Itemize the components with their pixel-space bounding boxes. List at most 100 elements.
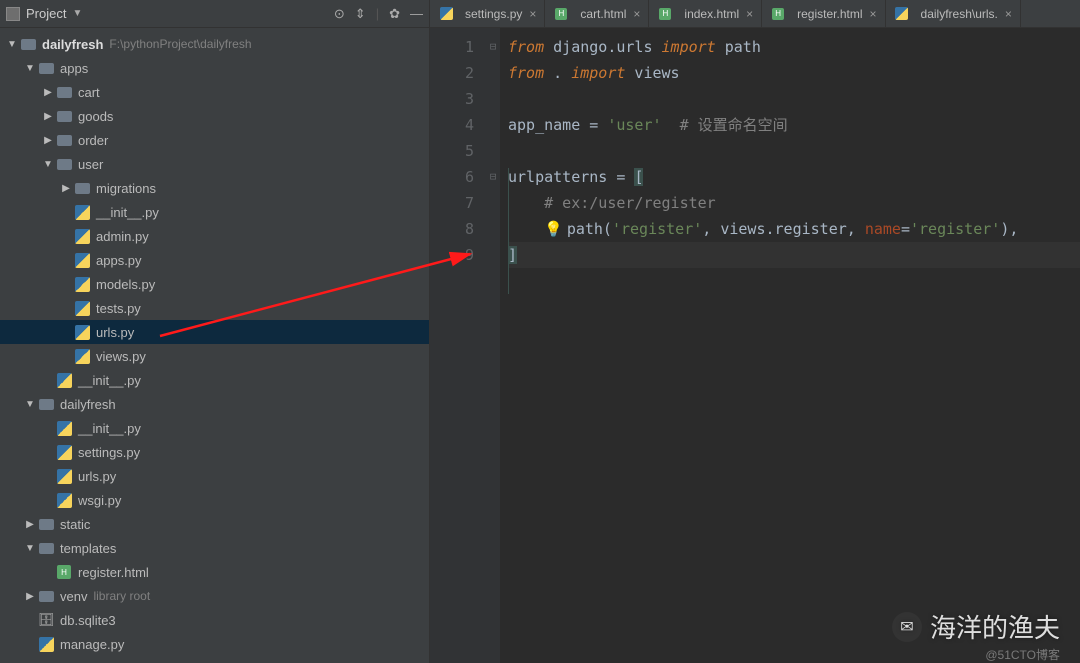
node-label: user [78, 157, 103, 172]
chevron-icon[interactable]: ▶ [42, 111, 54, 122]
tree-node-apps-py[interactable]: apps.py [0, 248, 429, 272]
tree-node-static[interactable]: ▶static [0, 512, 429, 536]
py-icon [56, 493, 72, 507]
tree-node-goods[interactable]: ▶ goods [0, 104, 429, 128]
sidebar-title[interactable]: Project [26, 6, 66, 21]
sidebar-header: Project ▼ ⊙ ⇕ | ✿ — [0, 0, 429, 28]
tab-cart-html[interactable]: Hcart.html× [545, 0, 649, 27]
close-icon[interactable]: × [529, 7, 536, 21]
tree-node-views-py[interactable]: views.py [0, 344, 429, 368]
chevron-icon[interactable]: ▼ [42, 159, 54, 170]
py-icon [894, 7, 910, 21]
folder-icon [74, 181, 90, 195]
project-tree[interactable]: ▼ dailyfresh F:\pythonProject\dailyfresh… [0, 28, 429, 663]
tree-node-templates[interactable]: ▼templates [0, 536, 429, 560]
node-label: urls.py [96, 325, 134, 340]
fold-gutter[interactable]: ⊟ ⊟ [486, 28, 500, 663]
project-icon [6, 7, 20, 21]
node-label: __init__.py [78, 421, 141, 436]
line-number: 1 [430, 34, 474, 60]
node-label: views.py [96, 349, 146, 364]
tree-node-venv[interactable]: ▶ venv library root [0, 584, 429, 608]
gear-icon[interactable]: ✿ [389, 6, 400, 22]
folder-icon [38, 517, 54, 531]
node-label: migrations [96, 181, 156, 196]
code-area[interactable]: 123456789 ⊟ ⊟ from django.urls import pa… [430, 28, 1080, 663]
py-icon [74, 349, 90, 363]
html-icon: H [56, 565, 72, 579]
py-icon [74, 325, 90, 339]
chevron-icon[interactable]: ▼ [24, 63, 36, 74]
tree-node-__init__-py[interactable]: __init__.py [0, 416, 429, 440]
tree-node-wsgi-py[interactable]: wsgi.py [0, 488, 429, 512]
node-label: goods [78, 109, 113, 124]
folder-icon [56, 109, 72, 123]
line-number: 9 [430, 242, 474, 268]
tree-node-tests-py[interactable]: tests.py [0, 296, 429, 320]
code-content[interactable]: from django.urls import path from . impo… [500, 28, 1080, 663]
tree-node-admin-py[interactable]: admin.py [0, 224, 429, 248]
node-label: dailyfresh [60, 397, 116, 412]
close-icon[interactable]: × [1005, 7, 1012, 21]
chevron-down-icon[interactable]: ▼ [6, 39, 18, 50]
tree-node-manage-py[interactable]: manage.py [0, 632, 429, 656]
chevron-icon[interactable]: ▶ [24, 519, 36, 530]
chevron-icon[interactable]: ▼ [24, 399, 36, 410]
tree-node-migrations[interactable]: ▶ migrations [0, 176, 429, 200]
py-icon [74, 205, 90, 219]
tab-dailyfresh-urls-[interactable]: dailyfresh\urls.× [886, 0, 1021, 27]
close-icon[interactable]: × [633, 7, 640, 21]
folder-icon [38, 61, 54, 75]
tree-node-models-py[interactable]: models.py [0, 272, 429, 296]
py-icon [74, 253, 90, 267]
node-label: __init__.py [78, 373, 141, 388]
close-icon[interactable]: × [746, 7, 753, 21]
close-icon[interactable]: × [870, 7, 877, 21]
node-label: manage.py [60, 637, 124, 652]
node-label: db.sqlite3 [60, 613, 116, 628]
node-label: wsgi.py [78, 493, 121, 508]
project-sidebar: Project ▼ ⊙ ⇕ | ✿ — ▼ dailyfresh F:\pyth… [0, 0, 430, 663]
locate-icon[interactable]: ⊙ [334, 6, 345, 22]
node-label: venv [60, 589, 87, 604]
node-suffix: library root [93, 589, 150, 603]
chevron-icon[interactable]: ▶ [42, 135, 54, 146]
collapse-icon[interactable]: ⇕ [355, 6, 366, 22]
wechat-icon: ✉ [892, 612, 922, 642]
tree-node-order[interactable]: ▶ order [0, 128, 429, 152]
tree-node-urls-py[interactable]: urls.py [0, 320, 429, 344]
tab-register-html[interactable]: Hregister.html× [762, 0, 885, 27]
tree-node-urls-py[interactable]: urls.py [0, 464, 429, 488]
chevron-icon[interactable]: ▶ [60, 183, 72, 194]
chevron-icon[interactable]: ▶ [24, 591, 36, 602]
tree-node-dailyfresh[interactable]: ▼ dailyfresh [0, 392, 429, 416]
tree-node-__init__-py[interactable]: __init__.py [0, 200, 429, 224]
tab-settings-py[interactable]: settings.py× [430, 0, 545, 27]
tree-node-__init__-py[interactable]: __init__.py [0, 368, 429, 392]
line-number: 2 [430, 60, 474, 86]
node-label: apps [60, 61, 88, 76]
py-icon [56, 421, 72, 435]
tree-node-cart[interactable]: ▶ cart [0, 80, 429, 104]
folder-icon [56, 85, 72, 99]
tree-root[interactable]: ▼ dailyfresh F:\pythonProject\dailyfresh [0, 32, 429, 56]
py-icon [56, 373, 72, 387]
tree-node-apps[interactable]: ▼ apps [0, 56, 429, 80]
hide-icon[interactable]: — [410, 6, 423, 21]
tree-node-user[interactable]: ▼ user [0, 152, 429, 176]
tree-node-db-sqlite3[interactable]: db.sqlite3 [0, 608, 429, 632]
tree-node-settings-py[interactable]: settings.py [0, 440, 429, 464]
node-label: admin.py [96, 229, 149, 244]
tab-label: register.html [797, 7, 862, 21]
chevron-down-icon[interactable]: ▼ [72, 8, 82, 19]
py-icon [74, 301, 90, 315]
bulb-icon[interactable]: 💡 [544, 220, 563, 238]
html-icon: H [657, 7, 673, 21]
tab-index-html[interactable]: Hindex.html× [649, 0, 762, 27]
node-label: cart [78, 85, 100, 100]
chevron-icon[interactable]: ▶ [42, 87, 54, 98]
node-label: order [78, 133, 108, 148]
tree-node-register-html[interactable]: Hregister.html [0, 560, 429, 584]
editor-pane: settings.py×Hcart.html×Hindex.html×Hregi… [430, 0, 1080, 663]
chevron-icon[interactable]: ▼ [24, 543, 36, 554]
